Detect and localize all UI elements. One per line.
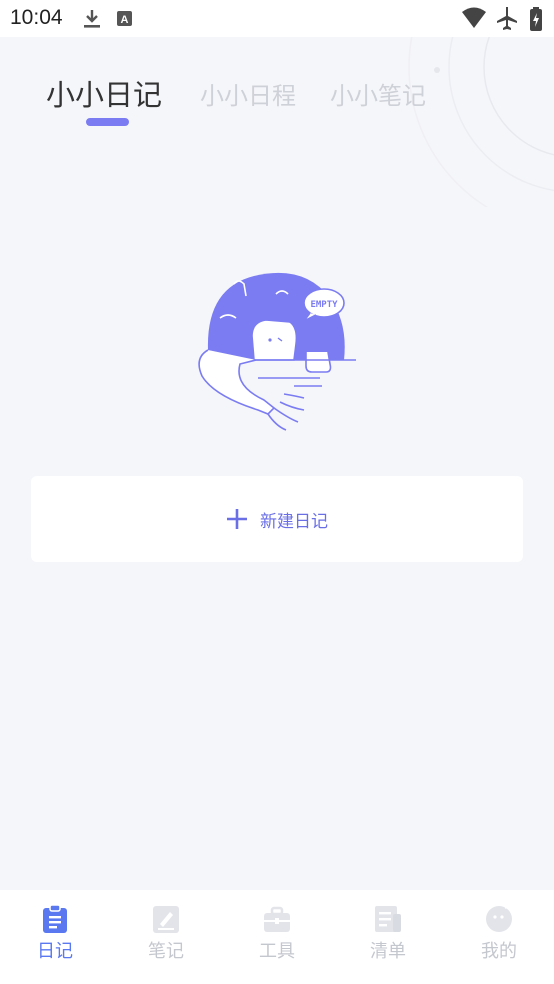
notebook-icon (153, 906, 179, 933)
tab-indicator (86, 118, 129, 126)
new-diary-label: 新建日记 (260, 511, 328, 532)
nav-item-notes[interactable]: 笔记 (111, 890, 221, 984)
nav-label-notes: 笔记 (148, 941, 184, 962)
status-left-icons: A (82, 8, 142, 34)
toolbox-icon (264, 906, 290, 932)
list-icon (375, 906, 401, 932)
empty-badge-text: EMPTY (310, 300, 338, 310)
status-time: 10:04 (10, 6, 63, 29)
status-bar: 10:04 A (0, 0, 554, 37)
nav-label-diary: 日记 (37, 941, 73, 962)
tab-notes[interactable]: 小小笔记 (330, 76, 426, 111)
clipboard-icon (43, 904, 67, 933)
nav-label-profile: 我的 (481, 941, 517, 962)
keyboard-a-icon: A (117, 11, 132, 26)
decorative-arcs (408, 37, 554, 207)
status-right-icons (462, 6, 546, 36)
profile-icon (486, 906, 512, 932)
tab-schedule[interactable]: 小小日程 (200, 76, 296, 111)
nav-item-diary[interactable]: 日记 (0, 890, 110, 984)
nav-item-tools[interactable]: 工具 (222, 890, 332, 984)
svg-text:A: A (121, 14, 129, 26)
nav-item-list[interactable]: 清单 (333, 890, 443, 984)
nav-item-profile[interactable]: 我的 (444, 890, 554, 984)
tab-diary[interactable]: 小小日记 (46, 72, 162, 114)
new-diary-button[interactable]: 新建日记 (31, 476, 523, 562)
wifi-icon (462, 7, 486, 28)
download-icon (84, 10, 100, 28)
empty-illustration: EMPTY (198, 272, 356, 431)
nav-label-list: 清单 (370, 941, 406, 962)
nav-label-tools: 工具 (259, 941, 295, 962)
airplane-icon (497, 7, 517, 30)
battery-icon (530, 7, 542, 31)
bottom-nav: 日记 笔记 工具 清单 我的 (0, 890, 554, 984)
plus-icon (226, 508, 248, 530)
